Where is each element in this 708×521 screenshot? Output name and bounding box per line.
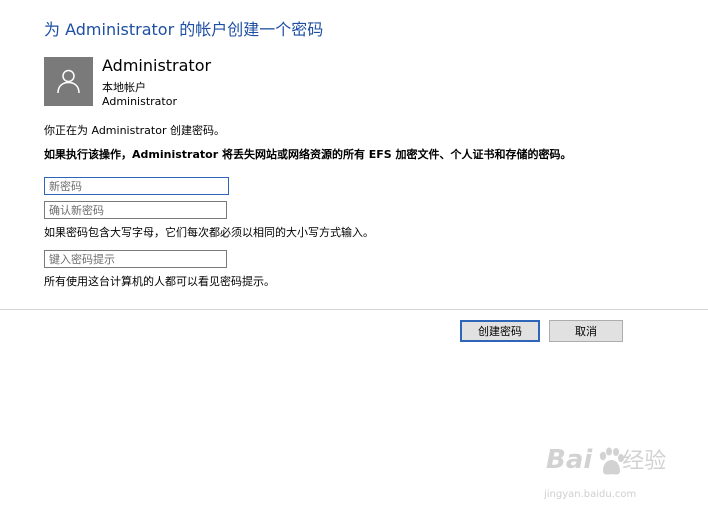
avatar: [44, 57, 93, 106]
page-title: 为 Administrator 的帐户创建一个密码: [44, 20, 324, 39]
intro-text: 你正在为 Administrator 创建密码。: [44, 124, 225, 137]
case-sensitivity-note: 如果密码包含大写字母，它们每次都必须以相同的大小写方式输入。: [44, 226, 374, 239]
divider: [0, 309, 708, 310]
baidu-watermark: Bai 经验 jingyan.baidu.com: [540, 443, 690, 513]
cancel-button[interactable]: 取消: [549, 320, 623, 342]
paw-icon: [599, 447, 624, 475]
user-icon: [57, 69, 80, 94]
account-type: 本地帐户: [102, 81, 146, 94]
account-name: Administrator: [102, 56, 212, 75]
watermark-url: jingyan.baidu.com: [544, 489, 637, 500]
confirm-password-input[interactable]: [44, 201, 227, 219]
hint-visibility-note: 所有使用这台计算机的人都可以看见密码提示。: [44, 275, 275, 288]
account-username: Administrator: [102, 95, 177, 108]
create-password-button[interactable]: 创建密码: [460, 320, 540, 342]
efs-warning-text: 如果执行该操作，Administrator 将丢失网站或网络资源的所有 EFS …: [44, 148, 572, 161]
new-password-input[interactable]: [44, 177, 229, 195]
password-hint-input[interactable]: [44, 250, 227, 268]
